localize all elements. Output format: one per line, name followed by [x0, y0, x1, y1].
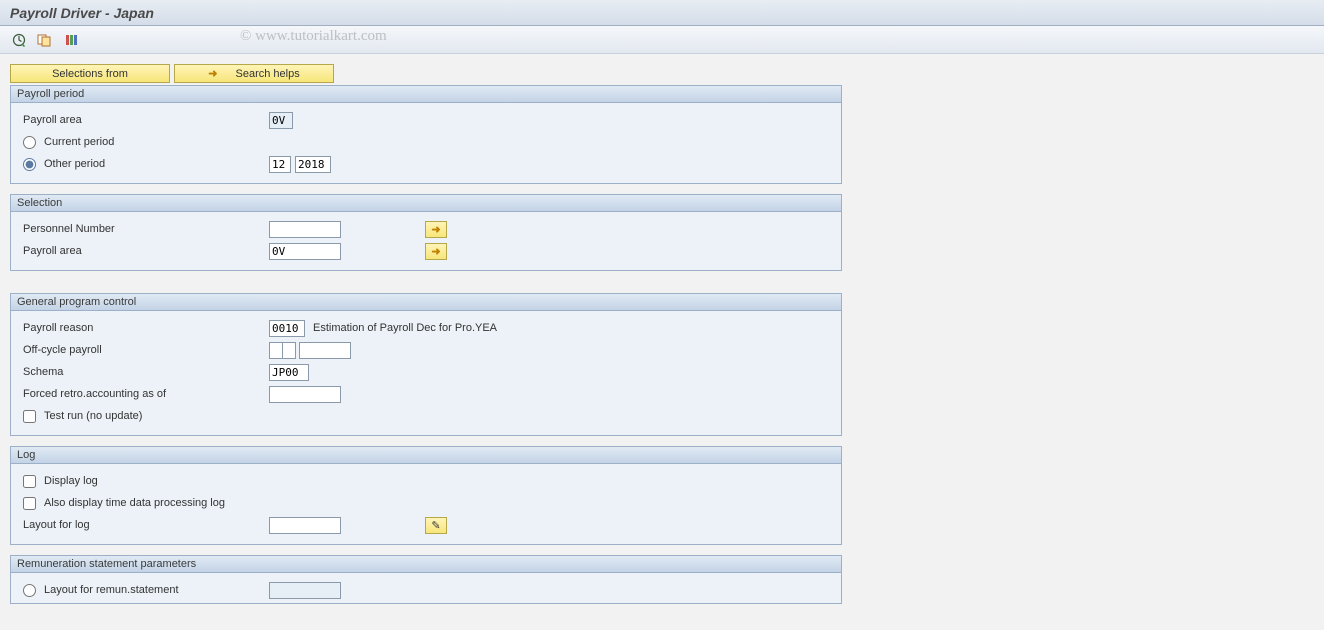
selections-from-button[interactable]: Selections from — [10, 64, 170, 83]
input-personnel-number[interactable] — [269, 221, 341, 238]
input-schema[interactable] — [269, 364, 309, 381]
input-layout-remun[interactable] — [269, 582, 341, 599]
group-header: Selection — [10, 194, 842, 211]
input-payroll-area-sel[interactable] — [269, 243, 341, 260]
label-test-run: Test run (no update) — [44, 410, 142, 422]
label-payroll-area-sel: Payroll area — [19, 245, 269, 257]
label-offcycle: Off-cycle payroll — [19, 344, 269, 356]
checkbox-test-run[interactable] — [23, 410, 36, 423]
group-log: Log Display log Also display time data p… — [10, 446, 842, 545]
group-selection: Selection Personnel Number ➜ Payroll are… — [10, 194, 842, 271]
label-forced-retro: Forced retro.accounting as of — [19, 388, 269, 400]
radio-other-period[interactable] — [23, 158, 36, 171]
label-payroll-reason: Payroll reason — [19, 322, 269, 334]
checkbox-test-run-wrap: Test run (no update) — [19, 410, 269, 423]
input-other-period-year[interactable] — [295, 156, 331, 173]
input-offcycle-a[interactable] — [269, 342, 283, 359]
watermark: © www.tutorialkart.com — [240, 28, 387, 45]
checkbox-also-display-wrap: Also display time data processing log — [19, 497, 269, 510]
jobs-icon[interactable] — [62, 31, 80, 49]
group-header: General program control — [10, 293, 842, 310]
group-payroll-period: Payroll period Payroll area Current peri… — [10, 85, 842, 184]
label-layout-log: Layout for log — [19, 519, 269, 531]
radio-layout-remun-wrap: Layout for remun.statement — [19, 584, 269, 597]
checkbox-also-display[interactable] — [23, 497, 36, 510]
checkbox-display-log[interactable] — [23, 475, 36, 488]
radio-layout-remun[interactable] — [23, 584, 36, 597]
label-personnel-number: Personnel Number — [19, 223, 269, 235]
input-payroll-area[interactable] — [269, 112, 293, 129]
input-layout-log[interactable] — [269, 517, 341, 534]
input-payroll-reason[interactable] — [269, 320, 305, 337]
input-offcycle-b[interactable] — [282, 342, 296, 359]
search-helps-label: Search helps — [236, 68, 300, 80]
execute-icon[interactable] — [10, 31, 28, 49]
selections-from-label: Selections from — [52, 68, 128, 80]
label-layout-remun: Layout for remun.statement — [44, 584, 179, 596]
content-area: Selections from ➜ Search helps Payroll p… — [0, 54, 1324, 604]
label-other-period: Other period — [44, 158, 105, 170]
action-button-row: Selections from ➜ Search helps — [10, 64, 1314, 83]
text-payroll-reason-desc: Estimation of Payroll Dec for Pro.YEA — [313, 322, 497, 334]
label-also-display: Also display time data processing log — [44, 497, 225, 509]
label-payroll-area: Payroll area — [19, 114, 269, 126]
group-header: Remuneration statement parameters — [10, 555, 842, 572]
label-display-log: Display log — [44, 475, 98, 487]
title-bar: Payroll Driver - Japan — [0, 0, 1324, 26]
page-title: Payroll Driver - Japan — [10, 5, 154, 21]
variants-icon[interactable] — [36, 31, 54, 49]
search-helps-button[interactable]: ➜ Search helps — [174, 64, 334, 83]
multi-select-personnel-button[interactable]: ➜ — [425, 221, 447, 238]
toolbar: © www.tutorialkart.com — [0, 26, 1324, 54]
group-header: Log — [10, 446, 842, 463]
radio-current-period[interactable] — [23, 136, 36, 149]
edit-layout-button[interactable]: ✎ — [425, 517, 447, 534]
input-other-period-month[interactable] — [269, 156, 291, 173]
checkbox-display-log-wrap: Display log — [19, 475, 269, 488]
arrow-right-icon: ➜ — [208, 67, 217, 80]
radio-other-period-wrap: Other period — [19, 158, 269, 171]
multi-select-payroll-area-button[interactable]: ➜ — [425, 243, 447, 260]
radio-current-period-wrap: Current period — [19, 136, 269, 149]
group-remuneration: Remuneration statement parameters Layout… — [10, 555, 842, 604]
input-forced-retro[interactable] — [269, 386, 341, 403]
input-offcycle-c[interactable] — [299, 342, 351, 359]
group-general-program-control: General program control Payroll reason E… — [10, 293, 842, 436]
pencil-icon: ✎ — [431, 519, 440, 532]
label-schema: Schema — [19, 366, 269, 378]
group-header: Payroll period — [10, 85, 842, 102]
label-current-period: Current period — [44, 136, 114, 148]
